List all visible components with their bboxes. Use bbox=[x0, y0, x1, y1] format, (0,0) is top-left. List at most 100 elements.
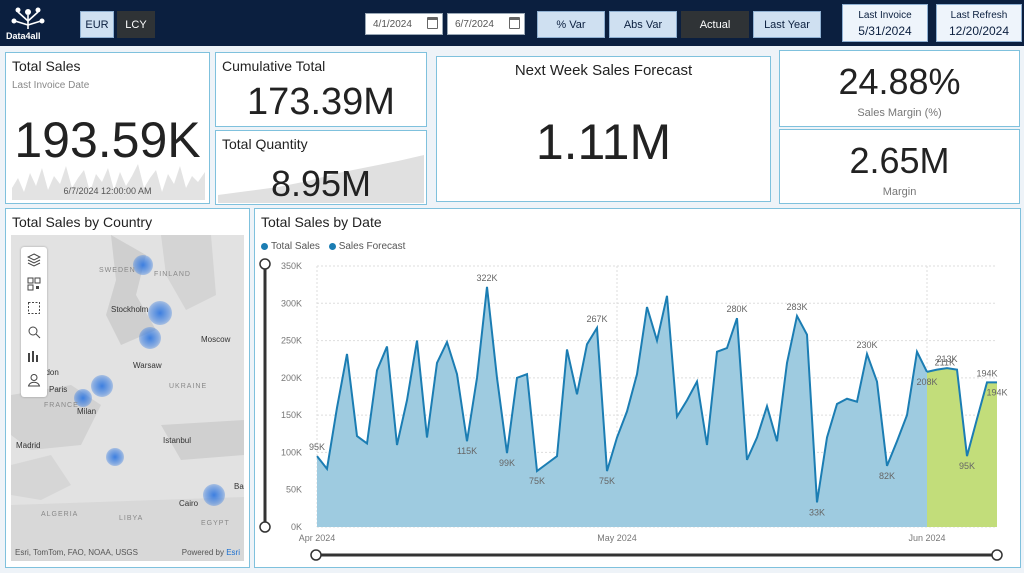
city-paris: Paris bbox=[49, 385, 68, 394]
bubble-stockholm[interactable] bbox=[148, 301, 172, 325]
sales-margin-card[interactable]: 24.88% Sales Margin (%) bbox=[779, 50, 1020, 127]
y-tick-label: 200K bbox=[281, 373, 302, 383]
end-date-input[interactable]: 6/7/2024 bbox=[447, 13, 525, 35]
person-icon[interactable] bbox=[27, 373, 41, 387]
map-toolbar bbox=[21, 247, 47, 397]
total-quantity-card[interactable]: Total Quantity 8.95M bbox=[215, 130, 427, 205]
sales-by-date-chart[interactable]: 0K 50K 100K 150K 200K 250K 300K 350K Apr 2024 May… bbox=[255, 209, 1021, 568]
total-quantity-title: Total Quantity bbox=[222, 136, 308, 152]
bubble-italy[interactable] bbox=[106, 448, 124, 466]
calendar-icon[interactable] bbox=[427, 17, 438, 29]
map-title: Total Sales by Country bbox=[12, 214, 153, 230]
brand-name: Data4all bbox=[6, 31, 41, 41]
data-label: 115K bbox=[457, 446, 477, 456]
total-sales-title: Total Sales bbox=[12, 58, 81, 74]
country-sweden: SWEDEN bbox=[99, 267, 136, 274]
total-sales-date: 6/7/2024 12:00:00 AM bbox=[63, 186, 152, 196]
last-invoice-label: Last Invoice bbox=[858, 10, 912, 21]
y-range-slider-handle-bottom[interactable] bbox=[259, 521, 271, 533]
start-date-input[interactable]: 4/1/2024 bbox=[365, 13, 443, 35]
margin-card[interactable]: 2.65M Margin bbox=[779, 129, 1020, 204]
data-label: 95K bbox=[309, 442, 325, 452]
esri-link[interactable]: Esri bbox=[226, 548, 240, 557]
margin-value: 2.65M bbox=[849, 140, 950, 181]
bar-chart-icon[interactable] bbox=[27, 349, 41, 363]
y-tick-label: 250K bbox=[281, 336, 302, 346]
y-tick-label: 150K bbox=[281, 410, 302, 420]
data-label: 230K bbox=[856, 340, 877, 350]
data-label: 33K bbox=[809, 507, 825, 517]
bubble-germany[interactable] bbox=[91, 375, 113, 397]
data-label: 75K bbox=[599, 476, 615, 486]
sales-map[interactable]: SWEDEN FINLAND UKRAINE FRANCE ALGERIA LI… bbox=[11, 235, 244, 561]
search-icon[interactable] bbox=[27, 325, 41, 339]
map-attribution: Esri, TomTom, FAO, NOAA, USGS bbox=[15, 548, 138, 557]
data-label: 208K bbox=[916, 377, 937, 387]
last-refresh-box: Last Refresh 12/20/2024 bbox=[936, 4, 1022, 42]
forecast-value: 1.11M bbox=[535, 114, 672, 170]
data-label: 194K bbox=[976, 368, 997, 378]
total-quantity-value: 8.95M bbox=[270, 163, 372, 204]
data-label: 280K bbox=[726, 304, 747, 314]
data-label: 95K bbox=[959, 461, 975, 471]
bubble-poland[interactable] bbox=[139, 327, 161, 349]
city-madrid: Madrid bbox=[16, 441, 41, 450]
last-invoice-value: 5/31/2024 bbox=[858, 24, 912, 38]
x-tick-label: May 2024 bbox=[597, 533, 637, 543]
y-tick-label: 300K bbox=[281, 298, 302, 308]
actual-button[interactable]: Actual bbox=[681, 11, 749, 38]
pct-var-button[interactable]: % Var bbox=[537, 11, 605, 38]
total-sales-card[interactable]: Total Sales Last Invoice Date 193.59K 6/… bbox=[5, 52, 210, 204]
forecast-card[interactable]: Next Week Sales Forecast 1.11M bbox=[436, 56, 771, 202]
rect-select-icon[interactable] bbox=[27, 301, 41, 315]
cumulative-total-value: 173.39M bbox=[247, 81, 395, 123]
x-range-slider-handle-left[interactable] bbox=[310, 549, 322, 561]
x-range-slider-handle-right[interactable] bbox=[991, 549, 1003, 561]
powered-by-text: Powered by bbox=[181, 548, 224, 557]
currency-lcy-button[interactable]: LCY bbox=[117, 11, 155, 38]
data-label: 75K bbox=[529, 476, 545, 486]
data-label: 99K bbox=[499, 458, 515, 468]
abs-var-button[interactable]: Abs Var bbox=[609, 11, 677, 38]
x-tick-label: Apr 2024 bbox=[299, 533, 336, 543]
last-year-button[interactable]: Last Year bbox=[753, 11, 821, 38]
city-istanbul: Istanbul bbox=[163, 436, 192, 445]
last-refresh-value: 12/20/2024 bbox=[948, 24, 1010, 38]
top-bar: Data4all EUR LCY 4/1/2024 6/7/2024 % Var… bbox=[0, 0, 1024, 46]
city-partial-ba: Ba bbox=[234, 482, 244, 491]
country-finland: FINLAND bbox=[154, 271, 191, 278]
data-label: 82K bbox=[879, 471, 895, 481]
sales-by-country-card[interactable]: Total Sales by Country SWEDEN FINLAND UK… bbox=[5, 208, 250, 568]
country-france: FRANCE bbox=[44, 402, 79, 409]
data-label: 194K bbox=[986, 387, 1007, 397]
total-sales-subtitle: Last Invoice Date bbox=[12, 80, 90, 91]
total-sales-value: 193.59K bbox=[14, 112, 201, 168]
cumulative-total-card[interactable]: Cumulative Total 173.39M bbox=[215, 52, 427, 127]
bubble-egypt[interactable] bbox=[203, 484, 225, 506]
y-range-slider-handle-top[interactable] bbox=[259, 258, 271, 270]
layers-icon[interactable] bbox=[27, 253, 41, 267]
currency-eur-button[interactable]: EUR bbox=[80, 11, 114, 38]
sales-margin-label: Sales Margin (%) bbox=[857, 107, 942, 119]
y-tick-label: 50K bbox=[286, 485, 302, 495]
x-tick-label: Jun 2024 bbox=[908, 533, 945, 543]
last-refresh-label: Last Refresh bbox=[950, 10, 1008, 21]
country-algeria: ALGERIA bbox=[41, 511, 79, 518]
sales-by-date-card[interactable]: Total Sales by Date Total Sales Sales Fo… bbox=[254, 208, 1021, 568]
qr-select-icon[interactable] bbox=[27, 277, 41, 291]
y-tick-label: 0K bbox=[291, 522, 302, 532]
cumulative-total-title: Cumulative Total bbox=[222, 58, 326, 74]
y-tick-label: 350K bbox=[281, 261, 302, 271]
y-tick-label: 100K bbox=[281, 447, 302, 457]
end-date-value: 6/7/2024 bbox=[455, 19, 494, 30]
forecast-title: Next Week Sales Forecast bbox=[514, 62, 693, 79]
city-cairo: Cairo bbox=[179, 499, 199, 508]
data-label: 322K bbox=[476, 273, 497, 283]
last-invoice-box: Last Invoice 5/31/2024 bbox=[842, 4, 928, 42]
bubble-sweden[interactable] bbox=[133, 255, 153, 275]
data-label: 283K bbox=[786, 302, 807, 312]
city-milan: Milan bbox=[77, 407, 97, 416]
city-warsaw: Warsaw bbox=[133, 361, 162, 370]
calendar-icon[interactable] bbox=[509, 17, 520, 29]
data-label: 267K bbox=[586, 314, 607, 324]
